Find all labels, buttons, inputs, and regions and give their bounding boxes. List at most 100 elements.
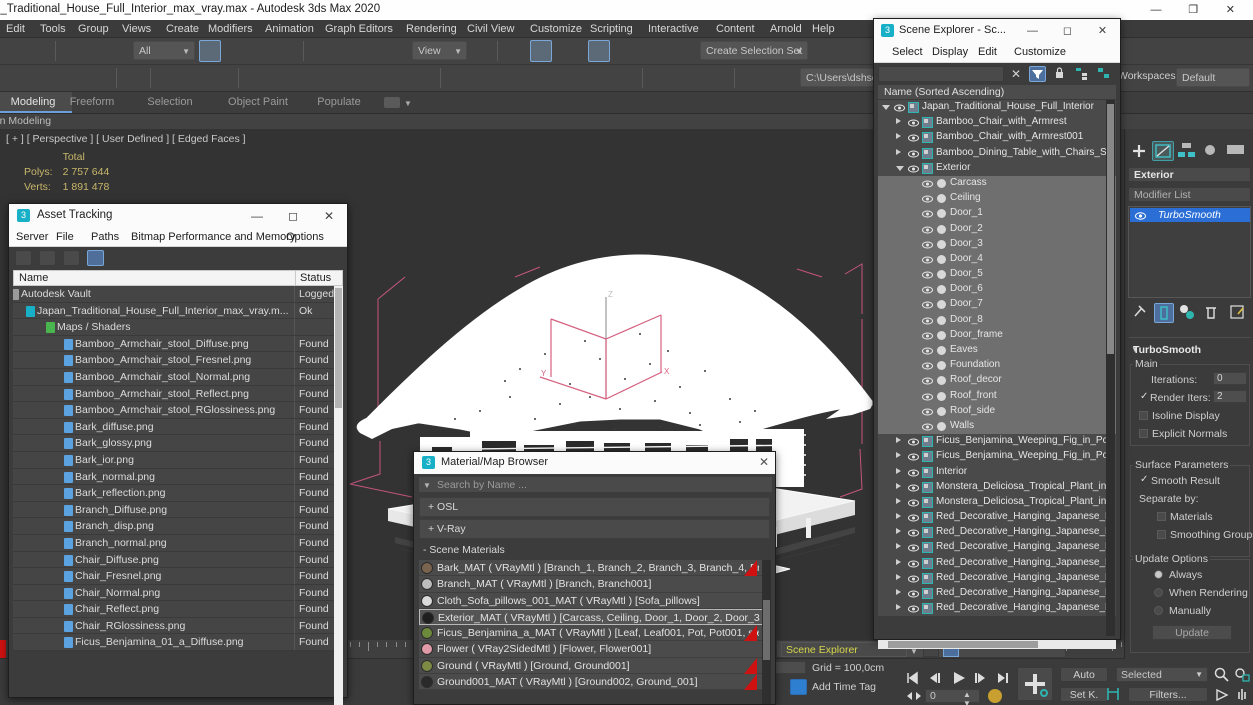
pin-stack-icon[interactable] [1130,303,1150,323]
field-of-view-icon[interactable] [1214,687,1230,703]
scene-explorer-row[interactable]: Door_5 [878,267,1116,283]
visibility-eye-icon[interactable] [922,361,933,370]
asset-row[interactable]: Japan_Traditional_House_Full_Interior_ma… [13,302,343,320]
asset-tracking-maximize[interactable]: ◻ [275,204,311,228]
modifier-stack[interactable]: TurboSmooth [1128,206,1251,298]
scene-explorer-row[interactable]: Door_7 [878,297,1116,313]
camera-icon[interactable] [156,67,178,89]
separate-smoothing-groups-checkbox[interactable] [1157,530,1166,539]
expand-right-icon[interactable] [896,513,901,520]
filters-button[interactable]: Filters... [1128,687,1208,702]
asset-row[interactable]: Bark_glossy.png Found [13,435,343,452]
help-icon[interactable] [768,67,790,89]
visibility-eye-icon[interactable] [894,103,905,112]
curve-editor-icon[interactable] [678,40,700,62]
scene-explorer-row[interactable]: Red_Decorative_Hanging_Japanese_La [878,510,1116,526]
spinner-snap-icon[interactable] [617,40,639,62]
asset-tracking-icon[interactable] [740,67,762,89]
geometry-object-icon[interactable] [936,299,947,310]
scene-explorer-row[interactable]: Bamboo_Chair_with_Armrest001 [878,130,1116,146]
expand-right-icon[interactable] [896,118,901,125]
pan-view-icon[interactable] [1234,687,1250,703]
scene-explorer-row[interactable]: Walls [878,418,1116,435]
render-iters-spinner[interactable]: 2 [1213,390,1247,403]
geometry-object-icon[interactable] [936,375,947,386]
cloth-icon[interactable] [614,67,636,89]
group-object-icon[interactable] [922,162,933,174]
asset-tracking-close[interactable]: ✕ [311,204,347,228]
group-object-icon[interactable] [922,588,933,599]
scene-explorer-row[interactable]: Red_Decorative_Hanging_Japanese_La [878,570,1116,586]
open-explorer-icon[interactable] [122,67,144,89]
scene-explorer-row[interactable]: Ficus_Benjamina_Weeping_Fig_in_Pot0 [878,449,1116,465]
visibility-eye-icon[interactable] [922,209,933,218]
zoom-icon[interactable] [1214,667,1230,683]
geometry-object-icon[interactable] [936,269,947,280]
geometry-object-icon[interactable] [936,360,947,371]
menu-item-content[interactable]: Content [716,22,755,36]
select-and-manipulate-icon[interactable] [502,40,524,62]
visibility-eye-icon[interactable] [908,513,919,522]
menu-item-scripting[interactable]: Scripting [590,22,633,36]
cone-primitive-icon[interactable] [356,67,378,89]
rollup-title-turbosmooth[interactable]: TurboSmooth [1133,344,1201,356]
material-map-browser-icon[interactable] [676,67,698,89]
scene-explorer-close[interactable]: ✕ [1085,19,1120,43]
visibility-eye-icon[interactable] [908,604,919,613]
time-slider-handle[interactable] [0,640,6,658]
visibility-eye-icon[interactable] [922,376,933,385]
time-configuration-icon[interactable] [988,689,1002,703]
asset-menu-bitmap-performance-and-memory[interactable]: Bitmap Performance and Memory [131,231,295,243]
scene-explorer-window[interactable]: 3 Scene Explorer - Sc... — ◻ ✕ Select Dis… [873,18,1121,649]
visibility-eye-icon[interactable] [922,316,933,325]
scene-explorer-row[interactable]: Red_Decorative_Hanging_Japanese_La [878,540,1116,556]
select-and-place-icon[interactable] [386,40,408,62]
visibility-eye-icon[interactable] [922,407,933,416]
asset-row[interactable]: Chair_Normal.png Found [13,584,343,602]
group-object-icon[interactable] [922,451,933,463]
asset-row[interactable]: Bark_ior.png Found [13,451,343,469]
visibility-eye-icon[interactable] [922,285,933,294]
visibility-eye-icon[interactable] [922,179,933,188]
set-key-button[interactable]: Set K. [1060,687,1108,702]
group-object-icon[interactable] [922,132,933,144]
scene-materials-section-header[interactable]: - Scene Materials [419,543,770,558]
selection-filter-dropdown[interactable]: All ▼ [133,41,195,60]
scene-explorer-row[interactable]: Carcass [878,175,1116,192]
render-iters-checkbox[interactable]: ✓ [1140,391,1148,402]
asset-row[interactable]: Chair_Fresnel.png Found [13,568,343,585]
expand-right-icon[interactable] [896,437,901,444]
percent-snap-icon[interactable] [588,40,610,62]
hierarchy-tab[interactable] [1176,141,1198,161]
visibility-eye-icon[interactable] [922,194,933,203]
scene-explorer-maximize[interactable]: ◻ [1050,19,1085,43]
visibility-eye-icon[interactable] [908,483,919,492]
group-object-icon[interactable] [908,102,919,113]
hair-and-fur-icon[interactable] [0,67,22,89]
snaps-toggle-icon[interactable] [530,40,552,62]
material-row[interactable]: Ground001_MAT ( VRayMtl ) [Ground002, Gr… [419,674,770,691]
ribbon-overflow-icon[interactable] [384,97,400,108]
visibility-eye-icon[interactable] [908,118,919,127]
asset-row[interactable]: Bamboo_Armchair_stool_Reflect.png Found [13,385,343,403]
visibility-eye-icon[interactable] [922,270,933,279]
align-icon[interactable] [842,40,864,62]
scene-explorer-row[interactable]: Roof_front [878,388,1116,404]
group-object-icon[interactable] [922,481,933,493]
filter-funnel-icon[interactable] [1029,66,1046,82]
explicit-normals-checkbox[interactable] [1139,429,1148,438]
search-dropdown-icon[interactable]: ▼ [423,481,431,490]
expand-right-icon[interactable] [896,452,901,459]
iterations-spinner[interactable]: 0 [1213,372,1247,385]
asset-menu-server[interactable]: Server [16,231,48,243]
expand-down-icon[interactable] [896,165,904,171]
material-row[interactable]: Bark_MAT ( VRayMtl ) [Branch_1, Branch_2… [419,560,770,577]
geometry-object-icon[interactable] [936,208,947,219]
rendered-frame-window-icon[interactable] [62,67,84,89]
update-manually-radio[interactable] [1154,606,1163,615]
visibility-eye-icon[interactable] [908,543,919,552]
teapot-primitive-icon[interactable] [328,67,350,89]
select-object-icon[interactable] [199,40,221,62]
table-view-icon[interactable] [87,250,104,266]
workspaces-dropdown[interactable]: Default [1176,68,1250,87]
